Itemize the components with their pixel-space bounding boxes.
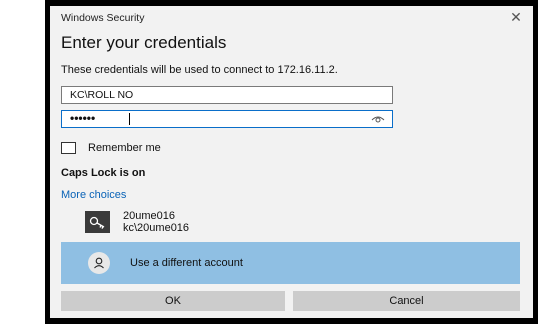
close-icon[interactable]: ✕: [509, 10, 523, 24]
eye-icon[interactable]: [371, 114, 385, 124]
remember-checkbox[interactable]: [61, 142, 76, 154]
use-different-account-label: Use a different account: [130, 257, 243, 269]
person-icon: [88, 252, 110, 274]
cancel-button[interactable]: Cancel: [293, 291, 520, 311]
remember-label: Remember me: [88, 142, 161, 154]
remember-me[interactable]: Remember me: [61, 142, 161, 154]
credentials-dialog: Windows Security ✕ Enter your credential…: [50, 6, 533, 318]
account-name: 20ume016: [123, 210, 175, 222]
text-caret: [129, 113, 130, 125]
saved-account-option[interactable]: 20ume016 kc\20ume016: [85, 210, 189, 234]
use-different-account-option[interactable]: Use a different account: [61, 242, 520, 284]
key-icon: [85, 211, 110, 233]
ok-button[interactable]: OK: [61, 291, 285, 311]
password-field[interactable]: ••••••: [61, 110, 393, 128]
more-choices-link[interactable]: More choices: [61, 189, 126, 201]
caps-lock-warning: Caps Lock is on: [61, 167, 146, 179]
password-value[interactable]: ••••••: [70, 111, 360, 125]
account-domain-user: kc\20ume016: [123, 222, 190, 234]
window-title: Windows Security: [61, 12, 145, 24]
username-field[interactable]: KC\ROLL NO: [61, 86, 393, 104]
dialog-subtitle: These credentials will be used to connec…: [61, 64, 338, 76]
dialog-heading: Enter your credentials: [61, 33, 227, 52]
username-value[interactable]: KC\ROLL NO: [70, 89, 360, 101]
